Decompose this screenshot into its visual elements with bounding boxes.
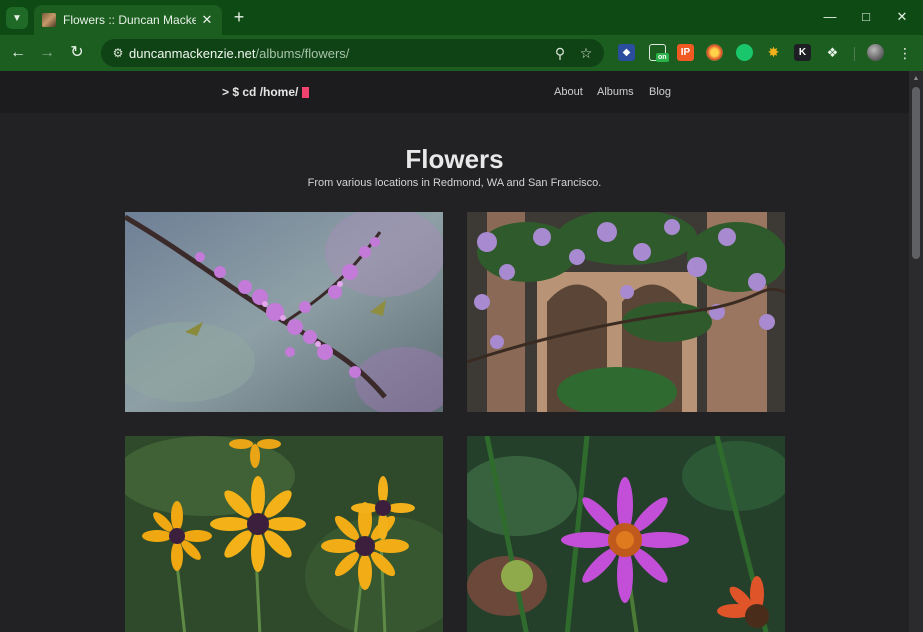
photo-black-eyed-susans bbox=[125, 436, 443, 632]
page-viewport: > $ cd /home/ About Albums Blog Flowers … bbox=[0, 71, 909, 632]
tune-icon[interactable]: ⚙ bbox=[109, 44, 127, 62]
gear-extension-icon[interactable]: ✸ bbox=[765, 44, 782, 61]
photo-coneflower bbox=[467, 436, 785, 632]
screen-extension-icon[interactable]: on bbox=[649, 44, 669, 62]
terminal-cursor bbox=[302, 86, 310, 98]
magnifier-icon[interactable]: ⚲ bbox=[551, 44, 569, 62]
nav-link-blog[interactable]: Blog bbox=[649, 86, 671, 98]
logo-text: > $ cd /home/ bbox=[222, 85, 299, 99]
album-photo[interactable] bbox=[125, 212, 443, 412]
nav-link-about[interactable]: About bbox=[554, 86, 583, 98]
nav-link-albums[interactable]: Albums bbox=[597, 86, 634, 98]
page-title: Flowers bbox=[405, 144, 504, 174]
album-photo[interactable] bbox=[125, 436, 443, 632]
puzzle-icon[interactable]: ❖ bbox=[824, 44, 841, 61]
chevron-down-icon: ▼ bbox=[12, 12, 22, 24]
maximize-icon[interactable]: □ bbox=[851, 5, 881, 29]
album-photo[interactable] bbox=[467, 212, 785, 412]
minimize-icon[interactable]: — bbox=[815, 5, 845, 29]
browser-toolbar: ← → ↻ ⚙ duncanmackenzie.net/albums/flowe… bbox=[0, 35, 923, 71]
album-photo[interactable] bbox=[467, 436, 785, 632]
site-header: > $ cd /home/ About Albums Blog bbox=[0, 71, 909, 113]
site-logo[interactable]: > $ cd /home/ bbox=[222, 85, 310, 99]
tab-title: Flowers :: Duncan Mackenzie bbox=[63, 13, 196, 27]
colorwheel-extension-icon[interactable] bbox=[706, 44, 723, 61]
kebab-menu-icon[interactable]: ⋮ bbox=[897, 43, 913, 63]
arrow-right-icon[interactable]: → bbox=[35, 41, 59, 65]
reload-icon[interactable]: ↻ bbox=[65, 41, 89, 65]
k-extension-icon[interactable]: K bbox=[794, 44, 811, 61]
plus-icon[interactable]: + bbox=[229, 7, 249, 27]
photo-wisteria-columns bbox=[467, 212, 785, 412]
extension-badge: on bbox=[656, 53, 669, 62]
address-bar[interactable]: ⚙ duncanmackenzie.net/albums/flowers/ ⚲ … bbox=[101, 39, 604, 67]
toolbar-divider bbox=[854, 47, 855, 61]
shield-extension-icon[interactable]: ◆ bbox=[618, 44, 635, 61]
page-scrollbar[interactable]: ▲ bbox=[909, 71, 923, 632]
green-dot-extension-icon[interactable] bbox=[736, 44, 753, 61]
profile-avatar[interactable] bbox=[867, 44, 884, 61]
close-icon[interactable]: ✕ bbox=[196, 12, 218, 28]
browser-titlebar: ▼ Flowers :: Duncan Mackenzie ✕ + — □ ✕ bbox=[0, 0, 923, 35]
scroll-thumb[interactable] bbox=[912, 87, 920, 259]
tab-list-button[interactable]: ▼ bbox=[6, 7, 28, 29]
page-subtitle: From various locations in Redmond, WA an… bbox=[307, 177, 602, 189]
arrow-left-icon[interactable]: ← bbox=[6, 41, 30, 65]
ip-extension-icon[interactable]: IP bbox=[677, 44, 694, 61]
favicon-icon bbox=[42, 13, 56, 27]
url-text[interactable]: duncanmackenzie.net/albums/flowers/ bbox=[129, 46, 349, 61]
scroll-up-arrow-icon[interactable]: ▲ bbox=[912, 75, 920, 83]
photo-redbud-branch bbox=[125, 212, 443, 412]
star-icon[interactable]: ☆ bbox=[577, 44, 595, 62]
window-close-icon[interactable]: ✕ bbox=[887, 5, 917, 29]
browser-tab-active[interactable]: Flowers :: Duncan Mackenzie ✕ bbox=[34, 5, 222, 35]
